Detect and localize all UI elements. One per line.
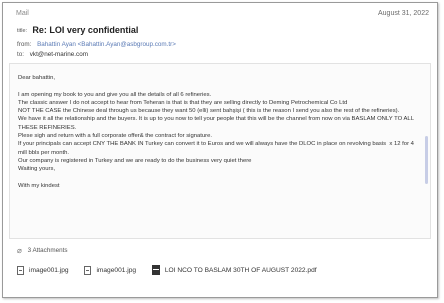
body-paragraph: The classic answer I do not accept to he… bbox=[18, 99, 348, 106]
pdf-file-icon bbox=[151, 265, 160, 275]
body-paragraph: I am opening my book to you and give you… bbox=[18, 91, 212, 98]
attachment-list: image001.jpg image001.jpg LOI NCO TO BAS… bbox=[17, 265, 331, 277]
subject-title: Re: LOI very confidential bbox=[32, 25, 139, 35]
image-file-icon bbox=[84, 266, 92, 275]
attachment-item[interactable]: image001.jpg bbox=[17, 266, 69, 275]
body-paragraph: We have it all the relationship and the … bbox=[18, 116, 416, 131]
body-spacer bbox=[18, 174, 420, 182]
paperclip-icon: ⌀ bbox=[17, 246, 22, 255]
scrollbar-thumb[interactable] bbox=[425, 136, 428, 184]
message-date: August 31, 2022 bbox=[378, 10, 429, 17]
from-row: from: Bahattin Ayan <Bahattin.Ayan@asbgr… bbox=[17, 41, 176, 48]
recipient-address[interactable]: vkt@net-marine.com bbox=[30, 51, 88, 58]
attachment-name: LOI NCO TO BASLAM 30TH OF AUGUST 2022.pd… bbox=[164, 266, 317, 274]
attachment-name: image001.jpg bbox=[96, 267, 137, 274]
app-label: Mail bbox=[16, 10, 29, 17]
body-paragraph: NOT THE CASE the Chinese deal through us… bbox=[18, 108, 400, 115]
body-paragraph: With my kindest bbox=[18, 182, 60, 189]
attachment-item[interactable]: LOI NCO TO BASLAM 30TH OF AUGUST 2022.pd… bbox=[151, 265, 317, 275]
subject-key: title: bbox=[17, 28, 28, 34]
to-key: to: bbox=[17, 51, 25, 58]
body-paragraph: Waiting yours, bbox=[18, 166, 56, 173]
attachments-header: ⌀ 3 Attachments bbox=[17, 246, 67, 255]
body-paragraph: Our company is registered in Turkey and … bbox=[18, 157, 252, 164]
from-key: from: bbox=[17, 41, 32, 48]
mail-window: Mail August 31, 2022 title: Re: LOI very… bbox=[2, 2, 438, 298]
sender-address[interactable]: Bahattin Ayan <Bahattin.Ayan@asbgroup.co… bbox=[37, 41, 176, 48]
message-body-text: Dear bahattin, I am opening my book to yo… bbox=[18, 74, 420, 190]
body-spacer bbox=[18, 82, 420, 90]
attachment-name: image001.jpg bbox=[29, 267, 69, 274]
attachment-item[interactable]: image001.jpg bbox=[84, 266, 136, 275]
body-scrollbar[interactable] bbox=[425, 68, 428, 236]
header-bar: Mail August 31, 2022 bbox=[3, 3, 437, 21]
message-body: Dear bahattin, I am opening my book to yo… bbox=[9, 63, 431, 239]
attachments-count: 3 Attachments bbox=[27, 247, 68, 254]
body-paragraph: If your principals can accept CNY THE BA… bbox=[18, 141, 416, 156]
subject-row: title: Re: LOI very confidential bbox=[17, 25, 138, 35]
to-row: to: vkt@net-marine.com bbox=[17, 51, 88, 58]
image-file-icon bbox=[17, 266, 24, 275]
body-paragraph: Plese sigh and return with a full corpor… bbox=[18, 133, 213, 140]
body-paragraph: Dear bahattin, bbox=[18, 75, 56, 81]
